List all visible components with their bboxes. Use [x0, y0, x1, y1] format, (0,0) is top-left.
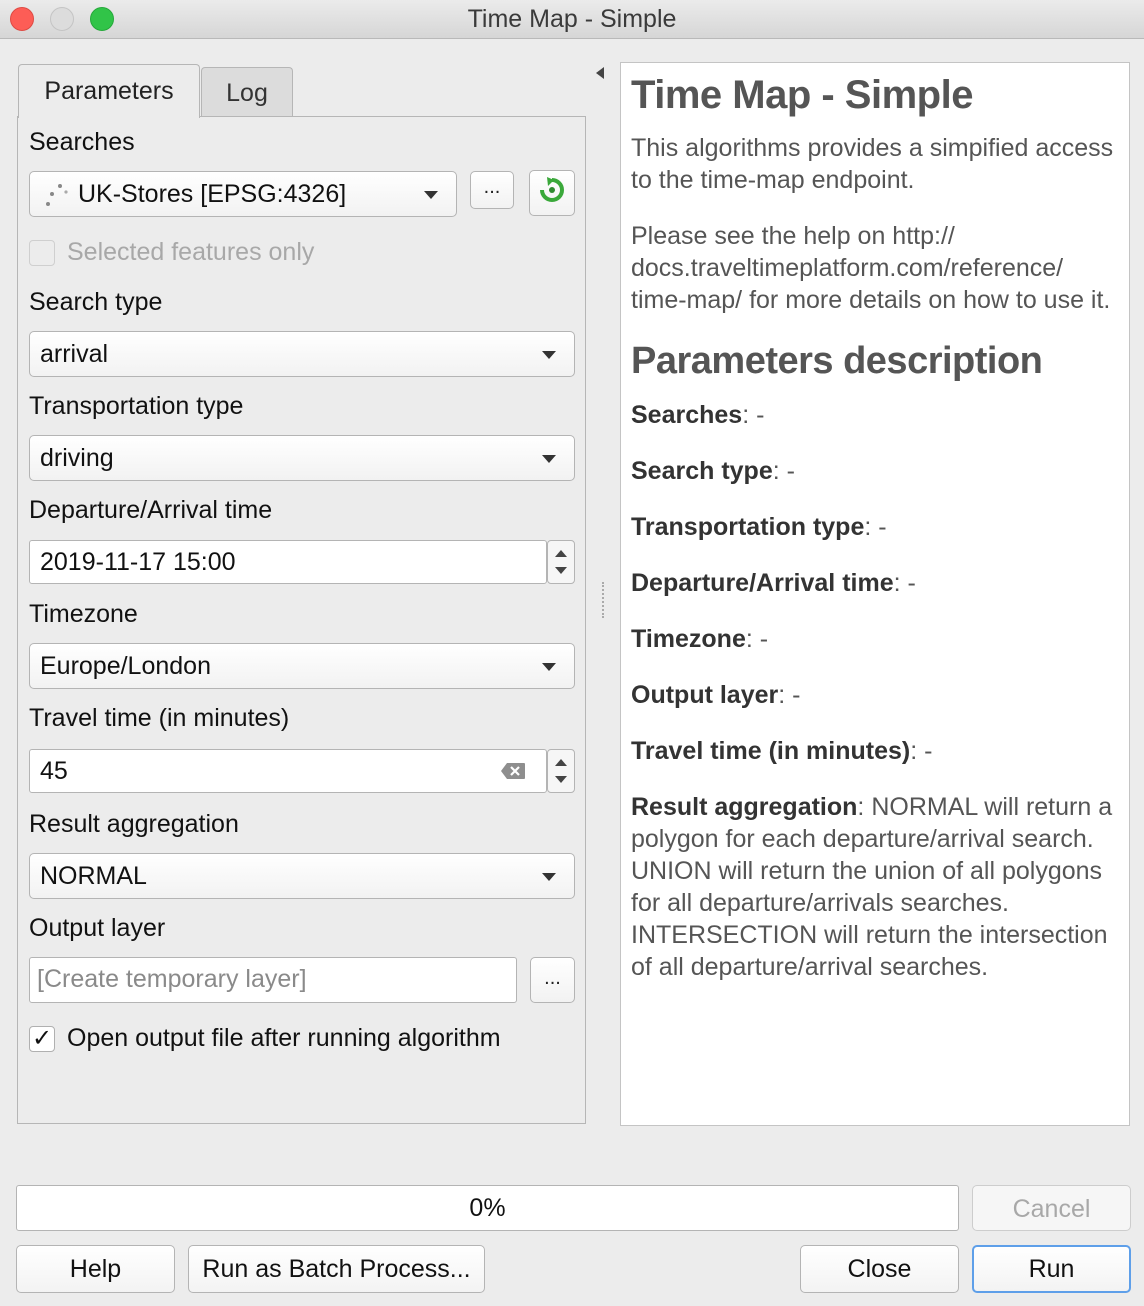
- open-output-label: Open output file after running algorithm: [67, 1024, 501, 1052]
- chevron-down-icon: [424, 191, 438, 199]
- search-type-combo[interactable]: arrival: [29, 331, 575, 377]
- selected-features-checkbox[interactable]: [29, 240, 55, 266]
- clear-input-icon[interactable]: [500, 762, 526, 780]
- splitter-handle[interactable]: [602, 582, 607, 618]
- close-button[interactable]: Close: [800, 1245, 959, 1293]
- spin-up-icon: [555, 550, 567, 557]
- spin-down-icon: [555, 776, 567, 783]
- selected-features-label: Selected features only: [67, 238, 315, 266]
- help-see-docs: Please see the help on http:// docs.trav…: [631, 222, 1111, 314]
- aggregation-label: Result aggregation: [29, 810, 239, 838]
- timezone-combo[interactable]: Europe/London: [29, 643, 575, 689]
- help-title: Time Map - Simple: [631, 73, 973, 117]
- run-button[interactable]: Run: [972, 1245, 1131, 1293]
- window-title: Time Map - Simple: [467, 5, 677, 33]
- help-param-item: Searches: -: [631, 401, 765, 429]
- output-layer-browse-button[interactable]: ...: [530, 957, 575, 1003]
- transport-type-label: Transportation type: [29, 392, 244, 420]
- transport-type-value: driving: [40, 444, 114, 472]
- searches-value: UK-Stores [EPSG:4326]: [78, 180, 347, 208]
- search-type-label: Search type: [29, 288, 163, 316]
- output-layer-label: Output layer: [29, 914, 166, 942]
- progress-bar: 0%: [16, 1185, 959, 1231]
- cancel-button[interactable]: Cancel: [972, 1185, 1131, 1231]
- transport-type-combo[interactable]: driving: [29, 435, 575, 481]
- refresh-icon: [540, 177, 564, 202]
- departure-time-input[interactable]: 2019-11-17 15:00: [29, 540, 547, 584]
- help-param-item: Departure/Arrival time: -: [631, 569, 916, 597]
- run-batch-button[interactable]: Run as Batch Process...: [188, 1245, 485, 1293]
- help-param-item: Result aggregation: NORMAL will return a…: [631, 793, 1113, 981]
- chevron-down-icon: [542, 873, 556, 881]
- chevron-down-icon: [542, 351, 556, 359]
- help-params-heading: Parameters description: [631, 340, 1043, 382]
- searches-browse-button[interactable]: ...: [470, 171, 514, 209]
- searches-label: Searches: [29, 128, 135, 156]
- collapse-help-icon[interactable]: [596, 67, 604, 79]
- timezone-value: Europe/London: [40, 652, 211, 680]
- help-param-item: Travel time (in minutes): -: [631, 737, 933, 765]
- tab-log[interactable]: Log: [201, 67, 293, 117]
- open-output-checkbox[interactable]: ✓: [29, 1026, 55, 1052]
- help-param-item: Timezone: -: [631, 625, 769, 653]
- aggregation-value: NORMAL: [40, 862, 147, 890]
- help-button[interactable]: Help: [16, 1245, 175, 1293]
- timezone-label: Timezone: [29, 600, 138, 628]
- travel-time-value: 45: [40, 757, 68, 785]
- spin-down-icon: [555, 567, 567, 574]
- chevron-down-icon: [542, 455, 556, 463]
- refresh-button[interactable]: [529, 170, 575, 216]
- travel-time-spinner[interactable]: [547, 749, 575, 793]
- departure-time-label: Departure/Arrival time: [29, 496, 273, 524]
- searches-combo[interactable]: UK-Stores [EPSG:4326]: [29, 171, 457, 217]
- output-layer-input[interactable]: [Create temporary layer]: [29, 957, 517, 1003]
- chevron-down-icon: [542, 663, 556, 671]
- help-intro: This algorithms provides a simpified acc…: [631, 134, 1114, 194]
- point-layer-icon: [46, 184, 68, 206]
- help-param-item: Output layer: -: [631, 681, 801, 709]
- departure-time-spinner[interactable]: [547, 540, 575, 584]
- help-param-item: Search type: -: [631, 457, 795, 485]
- tab-parameters[interactable]: Parameters: [18, 64, 200, 118]
- travel-time-label: Travel time (in minutes): [29, 704, 290, 732]
- spin-up-icon: [555, 759, 567, 766]
- aggregation-combo[interactable]: NORMAL: [29, 853, 575, 899]
- search-type-value: arrival: [40, 340, 109, 368]
- help-pane: Time Map - Simple This algorithms provid…: [620, 62, 1130, 1126]
- travel-time-input[interactable]: 45: [29, 749, 547, 793]
- help-param-item: Transportation type: -: [631, 513, 887, 541]
